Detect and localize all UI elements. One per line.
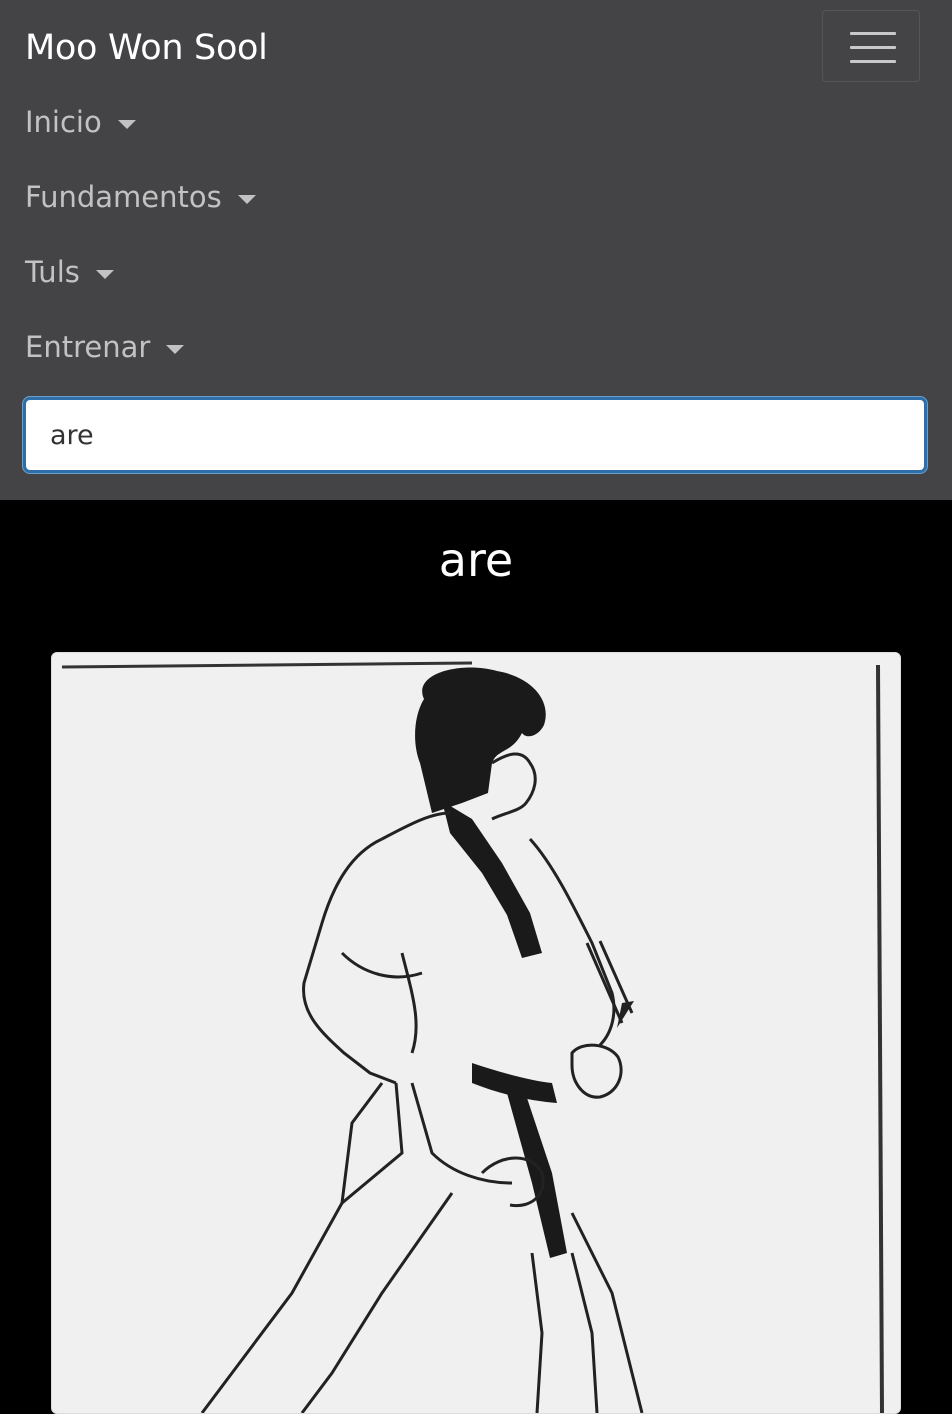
nav-item-label: Entrenar (25, 330, 151, 364)
nav-item-entrenar[interactable]: Entrenar (25, 325, 185, 369)
navbar-toggler-button[interactable] (822, 10, 920, 82)
nav-item-fundamentos[interactable]: Fundamentos (25, 175, 256, 219)
search-input[interactable] (23, 397, 927, 473)
caret-down-icon (95, 269, 114, 279)
stance-illustration-card (51, 652, 901, 1414)
caret-down-icon (237, 194, 256, 204)
hamburger-menu-icon (850, 46, 896, 49)
hamburger-menu-icon (850, 32, 896, 35)
nav-item-inicio[interactable]: Inicio (25, 100, 136, 144)
caret-down-icon (117, 119, 136, 129)
nav-item-label: Tuls (25, 255, 80, 289)
nav-item-label: Fundamentos (25, 180, 222, 214)
hamburger-menu-icon (850, 60, 896, 63)
martial-arts-stance-illustration (61, 661, 884, 1413)
result-title: are (438, 533, 514, 587)
nav-item-label: Inicio (25, 105, 102, 139)
nav-item-tuls[interactable]: Tuls (25, 250, 114, 294)
navbar: Moo Won Sool Inicio Fundamentos Tuls Ent… (0, 0, 952, 500)
brand-link[interactable]: Moo Won Sool (25, 26, 268, 70)
caret-down-icon (166, 344, 185, 354)
